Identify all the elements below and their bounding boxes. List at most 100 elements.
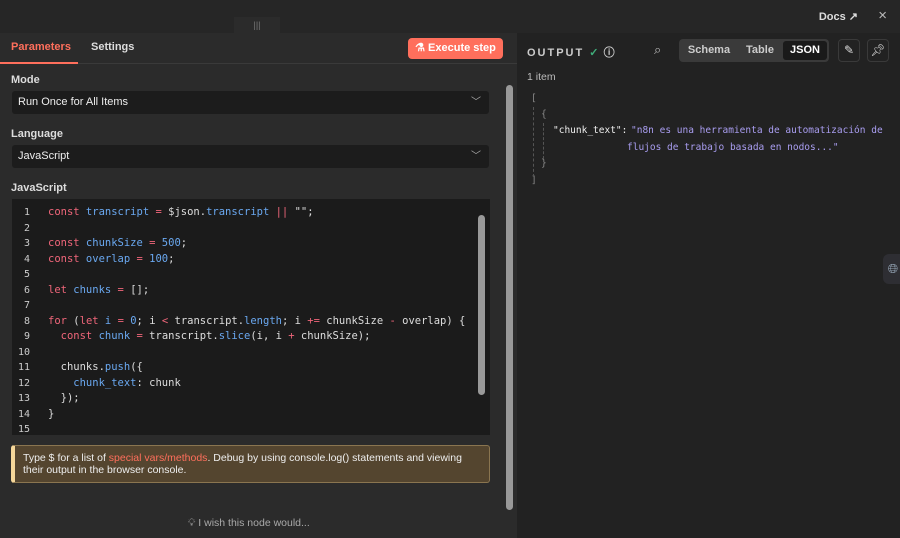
- execute-step-button[interactable]: ⚗ Execute step: [408, 38, 503, 59]
- top-bar: Docs ↗ × |||: [0, 0, 900, 33]
- code-token: chunkSize: [319, 314, 390, 327]
- special-vars-link[interactable]: special vars/methods: [109, 452, 208, 464]
- code-token: let: [79, 314, 99, 327]
- code-token: ;: [180, 237, 188, 249]
- active-tab-indicator: [0, 62, 78, 64]
- code-token: transcript.: [142, 330, 219, 342]
- json-value: "n8n es una herramienta de automatizació…: [631, 125, 883, 136]
- line-number: 7: [23, 300, 30, 311]
- tab-bar: Parameters Settings ⚗ Execute step: [0, 33, 517, 64]
- code-token: slice: [218, 330, 251, 342]
- line-number: 13: [17, 393, 30, 404]
- line-number: 14: [17, 408, 30, 420]
- code-text: const overlap = 100;: [48, 252, 174, 268]
- code-token: 0: [123, 314, 137, 327]
- pin-icon: 📌︎: [870, 43, 886, 57]
- view-schema[interactable]: Schema: [683, 41, 735, 60]
- line-number: 9: [23, 331, 30, 342]
- view-switcher: Schema Table JSON: [679, 39, 829, 62]
- editor-scrollbar[interactable]: [478, 215, 485, 395]
- success-check-icon: ✓: [589, 47, 599, 59]
- output-title: OUTPUT ✓ ⓘ: [527, 47, 615, 59]
- line-number: 10: [17, 346, 30, 358]
- json-bracket: [: [531, 93, 537, 104]
- pencil-icon: ✎: [843, 43, 855, 57]
- code-token: [];: [123, 283, 150, 296]
- info-icon[interactable]: ⓘ: [604, 47, 615, 59]
- code-token: ; i: [136, 314, 162, 327]
- code-text: const chunkSize = 500;: [48, 236, 187, 252]
- close-icon[interactable]: ×: [878, 7, 887, 24]
- code-token: overlap: [79, 252, 137, 265]
- parameters-panel: Parameters Settings ⚗ Execute step Mode …: [0, 33, 517, 538]
- code-token: for: [48, 314, 67, 327]
- view-json[interactable]: JSON: [783, 41, 827, 60]
- code-text: const transcript = $json.transcript || "…: [48, 205, 314, 221]
- code-token: $json.: [161, 206, 207, 218]
- json-key: "chunk_text":: [553, 125, 628, 136]
- code-editor[interactable]: 1 const transcript = $json.transcript || …: [12, 199, 490, 435]
- line-number: 11: [17, 362, 30, 373]
- code-token: i: [98, 314, 118, 327]
- code-token: (i, i: [250, 330, 289, 342]
- chevron-down-icon: ﹀: [471, 151, 481, 162]
- chevron-down-icon: ﹀: [471, 97, 481, 108]
- language-select[interactable]: JavaScript ﹀: [12, 145, 489, 168]
- line-number: 5: [23, 269, 30, 280]
- code-token: const: [48, 330, 93, 342]
- view-table[interactable]: Table: [737, 41, 783, 60]
- code-token: : chunk: [136, 376, 181, 389]
- language-label: Language: [11, 128, 63, 140]
- line-number: 15: [17, 424, 30, 435]
- code-token: "";: [294, 206, 314, 218]
- code-token: transcript.: [168, 314, 245, 327]
- code-token: ;: [168, 252, 175, 265]
- line-number: 4: [23, 253, 30, 265]
- globe-icon[interactable]: 🌐︎: [883, 254, 900, 284]
- pin-data-button[interactable]: 📌︎: [867, 39, 889, 62]
- code-label: JavaScript: [11, 182, 67, 194]
- external-link-icon: ↗: [848, 11, 858, 23]
- code-token: ; i: [281, 314, 308, 327]
- flask-icon: ⚗: [415, 42, 425, 54]
- code-text: for (let i = 0; i < transcript.length; i…: [48, 314, 465, 330]
- line-number: 6: [23, 284, 30, 296]
- code-token: }: [48, 407, 55, 420]
- code-token: (: [66, 314, 80, 327]
- code-token: 500: [155, 237, 181, 249]
- code-text: const chunk = transcript.slice(i, i + ch…: [48, 329, 371, 345]
- code-token: transcript: [206, 206, 270, 218]
- code-token: const: [48, 252, 80, 265]
- json-brace: }: [541, 158, 547, 169]
- tab-parameters[interactable]: Parameters: [11, 41, 71, 53]
- json-value-continued: flujos de trabajo basada en nodos...": [627, 142, 839, 153]
- edit-output-button[interactable]: ✎: [838, 39, 860, 62]
- code-token: const: [48, 206, 80, 218]
- code-token: +=: [307, 314, 320, 327]
- code-token: ({: [130, 361, 143, 373]
- mode-select[interactable]: Run Once for All Items ﹀: [12, 91, 489, 114]
- code-token: chunk: [92, 330, 137, 342]
- code-token: chunk_text: [48, 376, 137, 389]
- feedback-link[interactable]: 💡︎ I wish this node would...: [188, 517, 310, 530]
- drag-handle[interactable]: |||: [234, 17, 280, 33]
- code-token: chunks: [66, 283, 118, 296]
- line-number: 12: [17, 377, 30, 389]
- panel-scrollbar[interactable]: [506, 85, 513, 510]
- code-token: });: [48, 392, 80, 404]
- code-text: chunks.push({: [48, 360, 143, 376]
- code-token: transcript: [79, 206, 156, 218]
- code-token: chunks.: [48, 361, 105, 373]
- code-token: let: [48, 283, 67, 296]
- docs-link[interactable]: Docs ↗: [819, 10, 858, 23]
- code-token: length: [244, 314, 282, 327]
- line-number: 3: [23, 238, 30, 249]
- code-token: chunkSize: [79, 237, 150, 249]
- code-token: overlap) {: [395, 314, 466, 327]
- tab-settings[interactable]: Settings: [91, 41, 134, 53]
- search-icon[interactable]: ⌕: [654, 42, 661, 58]
- code-text: }: [48, 407, 54, 423]
- code-text: });: [48, 391, 80, 407]
- json-brace: {: [541, 109, 547, 120]
- mode-label: Mode: [11, 74, 40, 86]
